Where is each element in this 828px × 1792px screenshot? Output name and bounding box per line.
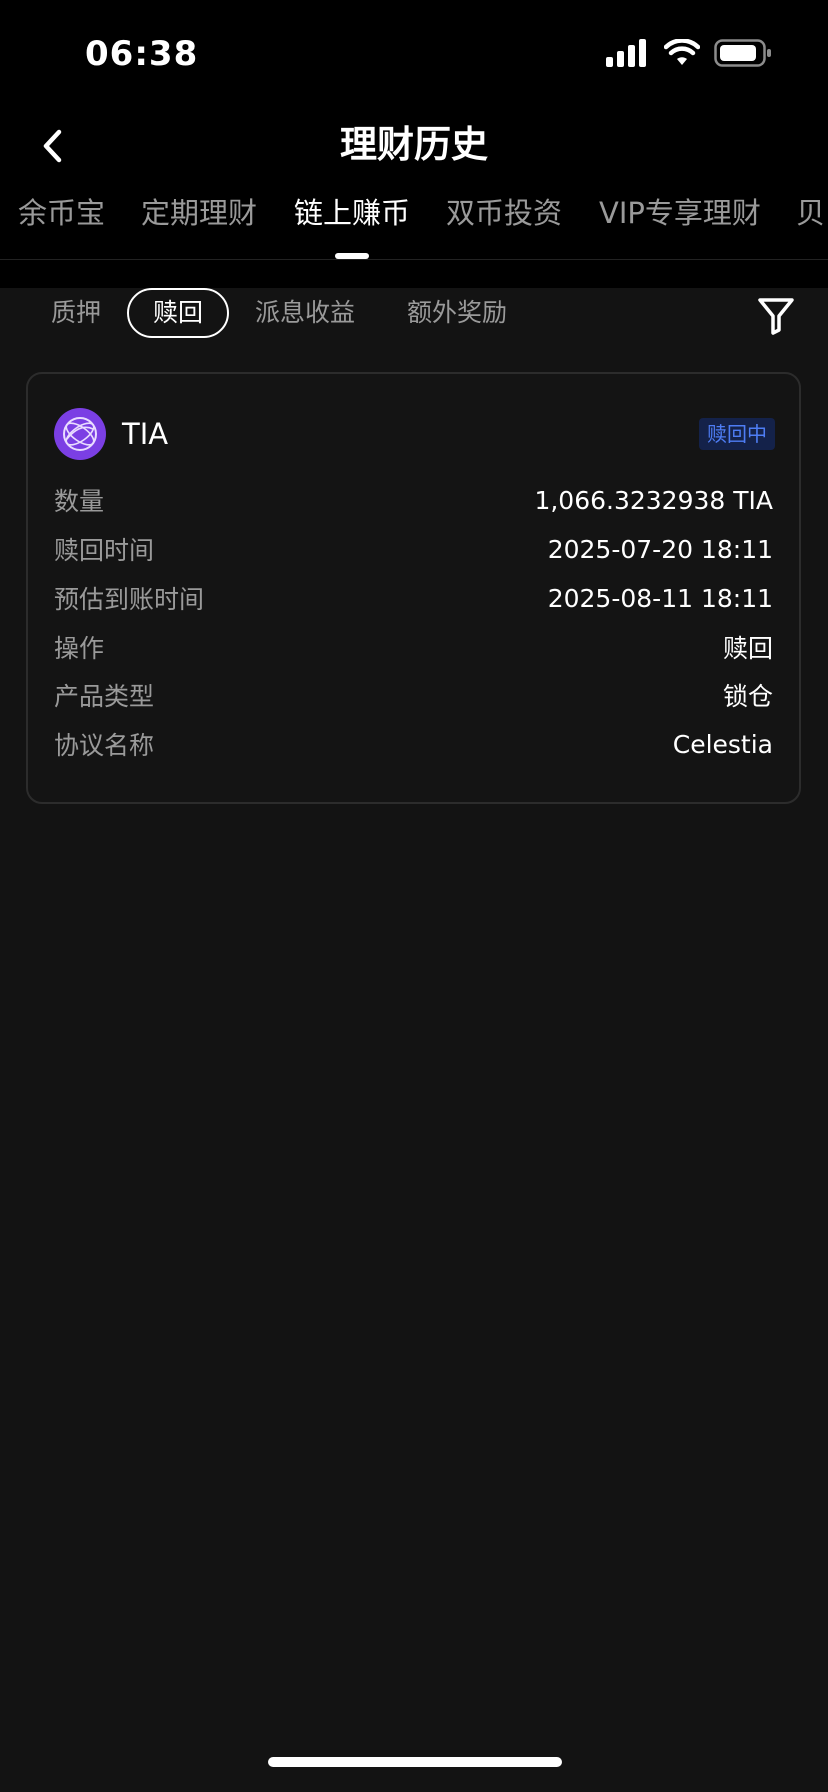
estimated-arrival-value: 2025-08-11 18:11 xyxy=(547,583,773,613)
row-amount: 数量 1,066.3232938 TIA xyxy=(54,479,773,521)
status-badge: 赎回中 xyxy=(699,418,775,450)
filter-icon xyxy=(758,298,794,335)
amount-label: 数量 xyxy=(54,487,105,516)
subtab-redeem[interactable]: 赎回 xyxy=(127,288,229,338)
operation-value: 赎回 xyxy=(722,634,773,663)
filter-button[interactable] xyxy=(754,294,798,338)
home-indicator xyxy=(268,1757,562,1767)
row-product-type: 产品类型 锁仓 xyxy=(54,674,773,716)
tab-onchain-earn[interactable]: 链上赚币 xyxy=(294,190,410,236)
row-estimated-arrival: 预估到账时间 2025-08-11 18:11 xyxy=(54,577,773,619)
product-type-value: 锁仓 xyxy=(722,682,773,711)
redemption-record-card[interactable]: TIA 赎回中 数量 1,066.3232938 TIA 赎回时间 2025-0… xyxy=(26,372,801,804)
tab-vip-earn[interactable]: VIP专享理财 xyxy=(599,190,761,236)
product-type-label: 产品类型 xyxy=(54,682,155,711)
redeem-time-value: 2025-07-20 18:11 xyxy=(547,534,773,564)
top-tab-bar: 余币宝 定期理财 链上赚币 双币投资 VIP专享理财 贝 xyxy=(0,190,828,260)
tia-logo-icon xyxy=(54,408,106,460)
status-time: 06:38 xyxy=(85,34,199,74)
signal-icon xyxy=(606,39,650,71)
coin-symbol: TIA xyxy=(122,417,169,451)
amount-value: 1,066.3232938 TIA xyxy=(534,485,773,515)
protocol-name-value: Celestia xyxy=(672,729,773,759)
protocol-name-label: 协议名称 xyxy=(54,731,155,760)
screen: 06:38 理财历史 余币宝 定期理财 链上赚币 双币投资 VIP专享理财 贝 … xyxy=(0,0,828,1792)
tab-fixed-term[interactable]: 定期理财 xyxy=(141,190,257,236)
sub-tab-bar: 质押 赎回 派息收益 额外奖励 xyxy=(0,288,828,340)
page-title: 理财历史 xyxy=(340,123,488,166)
row-operation: 操作 赎回 xyxy=(54,626,773,668)
row-protocol-name: 协议名称 Celestia xyxy=(54,723,773,765)
battery-icon xyxy=(714,39,772,71)
redeem-time-label: 赎回时间 xyxy=(54,536,155,565)
tab-yubibao[interactable]: 余币宝 xyxy=(18,190,105,236)
tab-dual-investment[interactable]: 双币投资 xyxy=(446,190,562,236)
status-icons xyxy=(606,38,772,72)
header-divider xyxy=(0,259,828,260)
subtab-stake[interactable]: 质押 xyxy=(51,288,101,338)
subtab-interest[interactable]: 派息收益 xyxy=(255,288,355,338)
tab-more[interactable]: 贝 xyxy=(796,190,825,236)
subtab-extra-rewards[interactable]: 额外奖励 xyxy=(407,288,507,338)
estimated-arrival-label: 预估到账时间 xyxy=(54,585,205,614)
operation-label: 操作 xyxy=(54,634,105,663)
row-redeem-time: 赎回时间 2025-07-20 18:11 xyxy=(54,528,773,570)
wifi-icon xyxy=(663,38,701,71)
